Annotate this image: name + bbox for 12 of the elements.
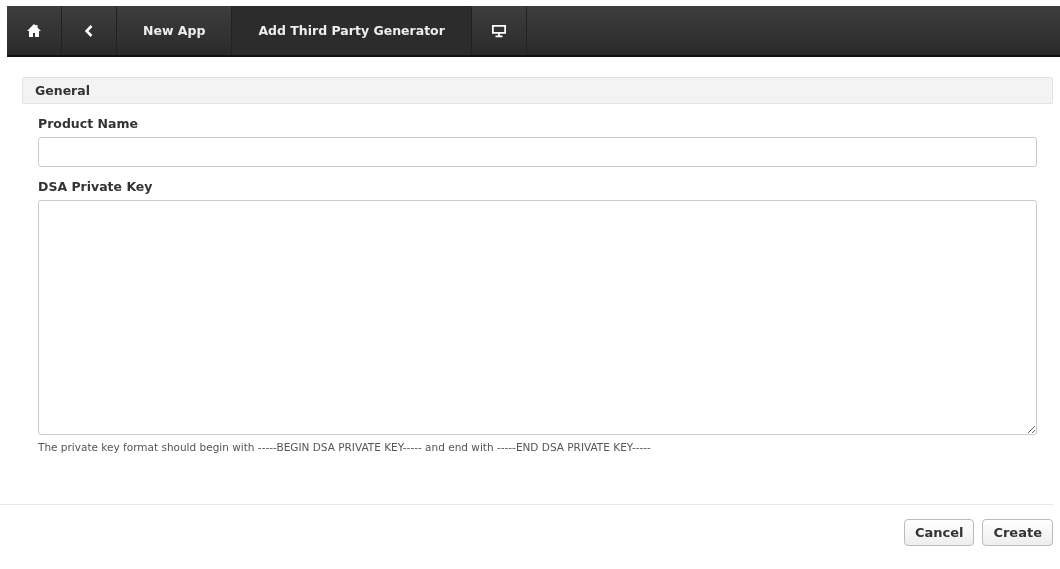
back-icon xyxy=(85,24,93,37)
breadcrumb-tab[interactable]: Add Third Party Generator xyxy=(232,6,472,55)
hint-text: The private key format should begin with -----BEGIN DSA PRIVATE KEY----- and end with -----END DSA PRIVATE KEY----- xyxy=(38,441,652,453)
monitor-icon xyxy=(491,23,506,38)
home-icon xyxy=(27,24,41,37)
form-button[interactable]: Create xyxy=(982,519,1053,546)
input-field[interactable] xyxy=(38,137,1037,167)
form-button[interactable]: Cancel xyxy=(903,519,975,546)
field-label: Product Name xyxy=(38,116,139,131)
field-label: DSA Private Key xyxy=(38,179,154,194)
section-header: General xyxy=(22,77,1053,104)
text-area[interactable] xyxy=(38,200,1037,435)
